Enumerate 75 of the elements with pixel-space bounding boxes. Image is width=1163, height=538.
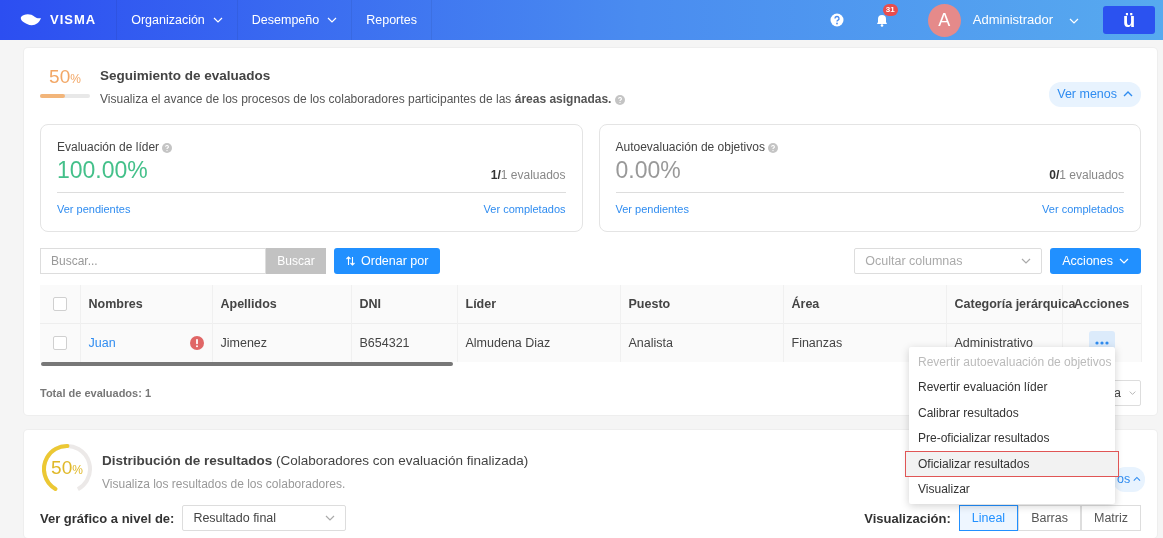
column-header: Acciones bbox=[1073, 296, 1130, 311]
logo-text: VISMA bbox=[50, 11, 97, 30]
column-header: Categoría jerárquica bbox=[954, 296, 1076, 311]
user-name[interactable]: Administrador bbox=[972, 10, 1053, 30]
table-cell: Almudena Diaz bbox=[465, 335, 551, 350]
stat-count: 1/1 evaluados bbox=[490, 167, 566, 185]
column-header: Puesto bbox=[628, 296, 671, 311]
more-icon bbox=[1094, 341, 1109, 345]
column-header: Área bbox=[791, 296, 820, 311]
level-select[interactable]: Resultado final bbox=[182, 505, 347, 532]
toggle-button[interactable]: Ver menos bbox=[1049, 82, 1141, 107]
stat-value: 0.00% bbox=[615, 156, 681, 185]
chevron-down-icon bbox=[325, 515, 336, 522]
total-count: Total de evaluados: 1 bbox=[40, 386, 152, 401]
menu-item[interactable]: Oficializar resultados bbox=[905, 451, 1119, 477]
column-header: Apellidos bbox=[220, 296, 277, 311]
menu-item[interactable]: Revertir evaluación líder bbox=[909, 374, 1115, 400]
app-button[interactable]: ü bbox=[1103, 6, 1155, 34]
checkbox[interactable] bbox=[52, 297, 67, 312]
chevron-down-icon bbox=[1119, 258, 1129, 265]
chevron-up-icon bbox=[1123, 91, 1133, 98]
field-label: Visualización: bbox=[864, 509, 951, 528]
nav-menu-item[interactable]: Reportes bbox=[352, 0, 432, 40]
notification-badge: 31 bbox=[882, 4, 898, 17]
percent-value: 50% bbox=[50, 457, 84, 480]
help-icon[interactable] bbox=[614, 95, 625, 106]
view-toggle[interactable]: Barras bbox=[1018, 505, 1081, 532]
stat-link[interactable]: Ver completados bbox=[1042, 201, 1124, 218]
search-field[interactable]: Buscar... bbox=[40, 248, 266, 275]
menu-item[interactable]: Pre-oficializar resultados bbox=[909, 425, 1115, 451]
field-label: Ver gráfico a nivel de: bbox=[40, 509, 175, 528]
name-link[interactable]: Juan bbox=[88, 333, 116, 353]
table-cell: Jimenez bbox=[220, 335, 268, 350]
section-description: Visualiza el avance de los procesos de los colaboradores participantes de las áreas asignadas. bbox=[100, 92, 612, 107]
section-title: Seguimiento de evaluados bbox=[100, 67, 272, 85]
help-icon[interactable] bbox=[829, 13, 844, 27]
table-cell: B654321 bbox=[359, 335, 410, 350]
percent-value: 50% bbox=[48, 66, 82, 89]
menu-item[interactable]: Calibrar resultados bbox=[909, 400, 1115, 426]
chevron-down-icon bbox=[1128, 390, 1136, 397]
columns-select[interactable]: Ocultar columnas bbox=[854, 248, 1043, 275]
stat-link[interactable]: Ver pendientes bbox=[615, 201, 689, 218]
logo-icon bbox=[20, 13, 42, 27]
chevron-down-icon bbox=[1021, 258, 1032, 265]
view-toggle[interactable]: Matriz bbox=[1080, 505, 1141, 532]
stat-title: Autoevaluación de objetivos bbox=[615, 140, 765, 155]
stat-link[interactable]: Ver completados bbox=[483, 201, 566, 218]
nav-menu-item[interactable]: Organización bbox=[116, 0, 238, 40]
column-header: DNI bbox=[359, 296, 382, 311]
table-cell: Analista bbox=[628, 335, 673, 350]
user-avatar[interactable]: A bbox=[927, 3, 961, 37]
view-toggle[interactable]: Lineal bbox=[958, 505, 1019, 532]
section-description: Visualiza los resultados de los colaboradores. bbox=[102, 477, 346, 492]
stat-title: Evaluación de líder bbox=[57, 140, 160, 155]
help-icon[interactable] bbox=[162, 143, 173, 154]
table-cell: Administrativo bbox=[954, 335, 1033, 350]
chevron-down-icon bbox=[1069, 17, 1079, 24]
gauge-chart bbox=[40, 443, 94, 493]
stat-count: 0/1 evaluados bbox=[1049, 167, 1124, 185]
stat-value: 100.00% bbox=[57, 156, 148, 185]
checkbox[interactable] bbox=[52, 336, 67, 351]
column-header: Nombres bbox=[88, 296, 143, 311]
horizontal-scrollbar[interactable] bbox=[41, 362, 453, 367]
actions-button[interactable]: Acciones bbox=[1050, 248, 1141, 275]
section-title: Distribución de resultados (Colaboradores con evaluación finalizada) bbox=[102, 453, 529, 468]
bell-icon[interactable] bbox=[875, 14, 888, 28]
menu-item[interactable]: Visualizar bbox=[909, 476, 1115, 502]
stat-link[interactable]: Ver pendientes bbox=[57, 201, 131, 218]
nav-menu-item[interactable]: Desempeño bbox=[237, 0, 353, 40]
help-icon[interactable] bbox=[768, 143, 779, 154]
sort-icon bbox=[346, 256, 355, 267]
sort-button[interactable]: Ordenar por bbox=[334, 248, 441, 275]
table-cell: Finanzas bbox=[791, 335, 843, 350]
chevron-up-icon bbox=[1133, 476, 1141, 483]
column-header: Líder bbox=[465, 296, 497, 311]
